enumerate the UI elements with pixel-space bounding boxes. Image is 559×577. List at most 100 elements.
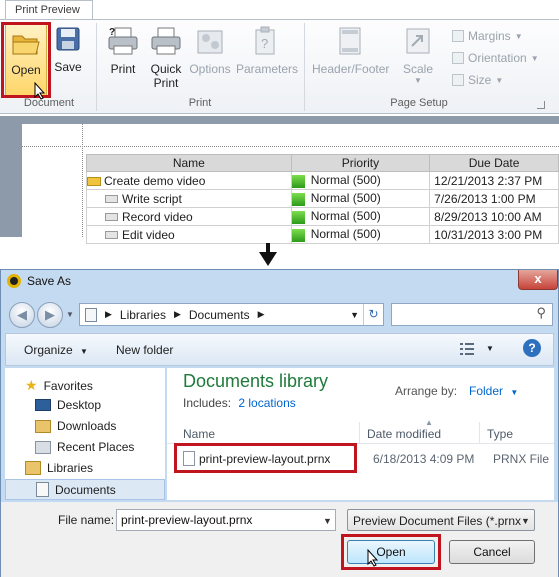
chevron-down-icon: ▼ (514, 31, 523, 41)
column-date-modified[interactable]: Date modified (367, 427, 441, 441)
includes-link[interactable]: 2 locations (238, 396, 295, 410)
nav-documents-label: Documents (55, 482, 116, 497)
command-bar: Organize ▼ New folder ▼ ? (5, 333, 554, 366)
nav-desktop[interactable]: Desktop (35, 398, 101, 412)
view-options-icon[interactable] (460, 342, 474, 359)
quick-print-button[interactable]: Quick Print (146, 26, 186, 90)
recent-places-icon (35, 440, 51, 454)
breadcrumb-documents[interactable]: Documents (189, 308, 250, 322)
file-highlight (174, 443, 357, 473)
preview-page: Name Priority Due Date Create demo video… (22, 124, 559, 244)
save-button[interactable]: Save (52, 26, 84, 74)
forward-button[interactable]: ▶ (37, 302, 63, 328)
due-value: 10/31/2013 3:00 PM (434, 227, 543, 242)
libraries-icon (25, 461, 41, 475)
file-name-input[interactable] (116, 509, 336, 531)
priority-cell: Normal (500) (290, 225, 431, 244)
scale-button[interactable]: Scale ▼ (398, 26, 438, 85)
navigation-pane: ★ Favorites Desktop Downloads Recent Pla… (5, 368, 165, 500)
parameters-icon: ? (252, 26, 278, 56)
address-row: ◀ ▶ ▼ ▶ Libraries ▶ Documents ▶ ▼ ↻ ⚲ (1, 300, 558, 330)
orientation-dropdown[interactable]: Orientation ▼ (452, 51, 539, 65)
refresh-icon[interactable]: ↻ (363, 304, 383, 325)
dialog-launcher-icon[interactable] (537, 101, 545, 109)
group-separator (304, 23, 305, 111)
breadcrumb-libraries[interactable]: Libraries (120, 308, 166, 322)
header-footer-icon (338, 26, 362, 56)
svg-text:?: ? (109, 27, 115, 38)
options-button[interactable]: Options (188, 26, 232, 76)
options-icon (195, 26, 225, 56)
arrange-by-value: Folder (469, 384, 504, 398)
help-icon[interactable]: ? (523, 339, 541, 357)
file-date: 6/18/2013 4:09 PM (373, 452, 475, 466)
parameters-button[interactable]: ? Parameters (236, 26, 298, 76)
margin-guide (82, 124, 83, 237)
name-cell: Record video (86, 207, 292, 226)
priority-icon (291, 210, 305, 224)
address-bar[interactable]: ▶ Libraries ▶ Documents ▶ ▼ ↻ (79, 303, 384, 326)
margin-guide (22, 146, 559, 147)
nav-downloads-label: Downloads (57, 419, 117, 433)
table-row: Write script Normal (500) 7/26/2013 1:00… (86, 189, 559, 208)
print-button[interactable]: ? Print (104, 26, 142, 76)
due-cell: 12/21/2013 2:37 PM (429, 171, 559, 190)
table-row: Record video Normal (500) 8/29/2013 10:0… (86, 207, 559, 226)
header-name: Name (86, 154, 292, 172)
file-type-filter[interactable]: Preview Document Files (*.prnx (347, 509, 535, 531)
due-cell: 10/31/2013 3:00 PM (429, 225, 559, 244)
due-value: 12/21/2013 2:37 PM (434, 173, 543, 188)
task-name: Edit video (122, 227, 175, 242)
ribbon: Print Preview Open Save Document ? Print… (0, 0, 559, 116)
organize-button[interactable]: Organize ▼ (24, 343, 88, 357)
quick-printer-icon (150, 26, 182, 56)
header-priority: Priority (290, 154, 431, 172)
task-name: Record video (122, 209, 193, 224)
back-arrow-icon: ◀ (17, 307, 27, 322)
back-button[interactable]: ◀ (9, 302, 35, 328)
chevron-down-icon: ▼ (510, 388, 519, 397)
new-folder-button[interactable]: New folder (116, 343, 173, 357)
arrange-by-label: Arrange by: (395, 384, 458, 398)
name-cell: Write script (86, 189, 292, 208)
column-type[interactable]: Type (487, 427, 513, 441)
save-as-dialog: Save As x ◀ ▶ ▼ ▶ Libraries ▶ Documents … (0, 269, 559, 577)
file-type: PRNX File (493, 452, 550, 466)
preview-area: Name Priority Due Date Create demo video… (0, 116, 559, 244)
margins-label: Margins (468, 29, 511, 43)
priority-icon (291, 228, 305, 242)
close-button[interactable]: x (518, 270, 558, 290)
due-cell: 8/29/2013 10:00 AM (429, 207, 559, 226)
star-icon: ★ (25, 377, 38, 393)
breadcrumb-sep-icon: ▶ (173, 309, 181, 319)
priority-value: Normal (500) (310, 191, 381, 206)
column-name[interactable]: Name (183, 427, 215, 441)
column-divider (359, 422, 360, 444)
priority-cell: Normal (500) (290, 171, 431, 190)
address-dropdown-icon[interactable]: ▼ (350, 310, 363, 320)
header-footer-button[interactable]: Header/Footer (312, 26, 389, 76)
tab-print-preview[interactable]: Print Preview (5, 0, 93, 20)
nav-recent-places[interactable]: Recent Places (35, 440, 134, 454)
library-includes: Includes: 2 locations (183, 396, 296, 410)
size-dropdown[interactable]: Size ▼ (452, 73, 503, 87)
search-input[interactable]: ⚲ (391, 303, 553, 326)
priority-icon (291, 174, 305, 188)
breadcrumb-sep-icon: ▶ (105, 309, 112, 319)
orientation-label: Orientation (468, 51, 527, 65)
priority-value: Normal (500) (310, 173, 381, 188)
cancel-button[interactable]: Cancel (449, 540, 535, 564)
scale-icon (404, 26, 432, 56)
arrange-by-dropdown[interactable]: Folder ▼ (469, 384, 518, 398)
save-button-label: Save (54, 60, 82, 74)
margins-dropdown[interactable]: Margins ▼ (452, 29, 523, 43)
recent-pages-dropdown-icon[interactable]: ▼ (66, 310, 74, 319)
chevron-down-icon[interactable]: ▼ (323, 516, 332, 526)
view-dropdown-icon[interactable]: ▼ (486, 344, 494, 353)
nav-documents[interactable]: Documents (5, 479, 165, 500)
nav-downloads[interactable]: Downloads (35, 419, 116, 433)
nav-libraries[interactable]: Libraries (25, 461, 93, 475)
chevron-down-icon[interactable]: ▼ (521, 516, 530, 526)
svg-text:?: ? (261, 36, 268, 51)
nav-favorites[interactable]: ★ Favorites (25, 377, 93, 394)
